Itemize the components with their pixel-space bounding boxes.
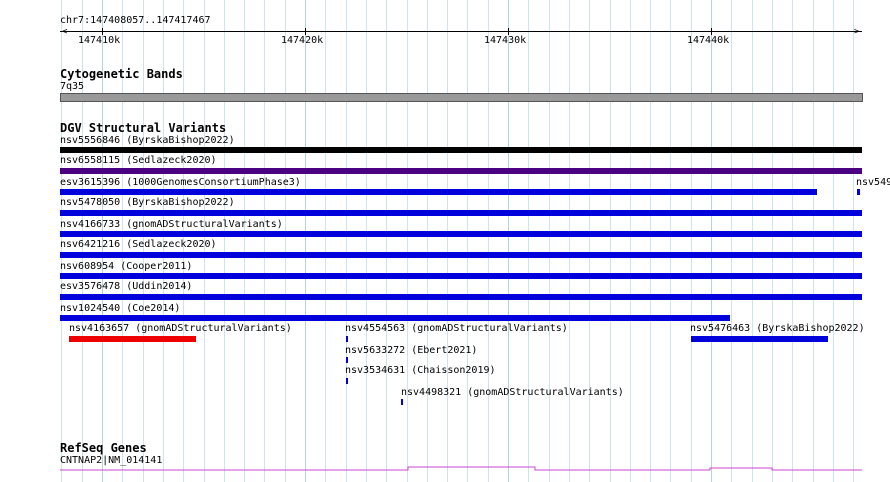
- gene-intron-line: [60, 466, 862, 471]
- refseq-gene-model[interactable]: [0, 0, 890, 482]
- genome-browser-view: chr7:147408057..147417467 < > 147410k 14…: [0, 0, 890, 482]
